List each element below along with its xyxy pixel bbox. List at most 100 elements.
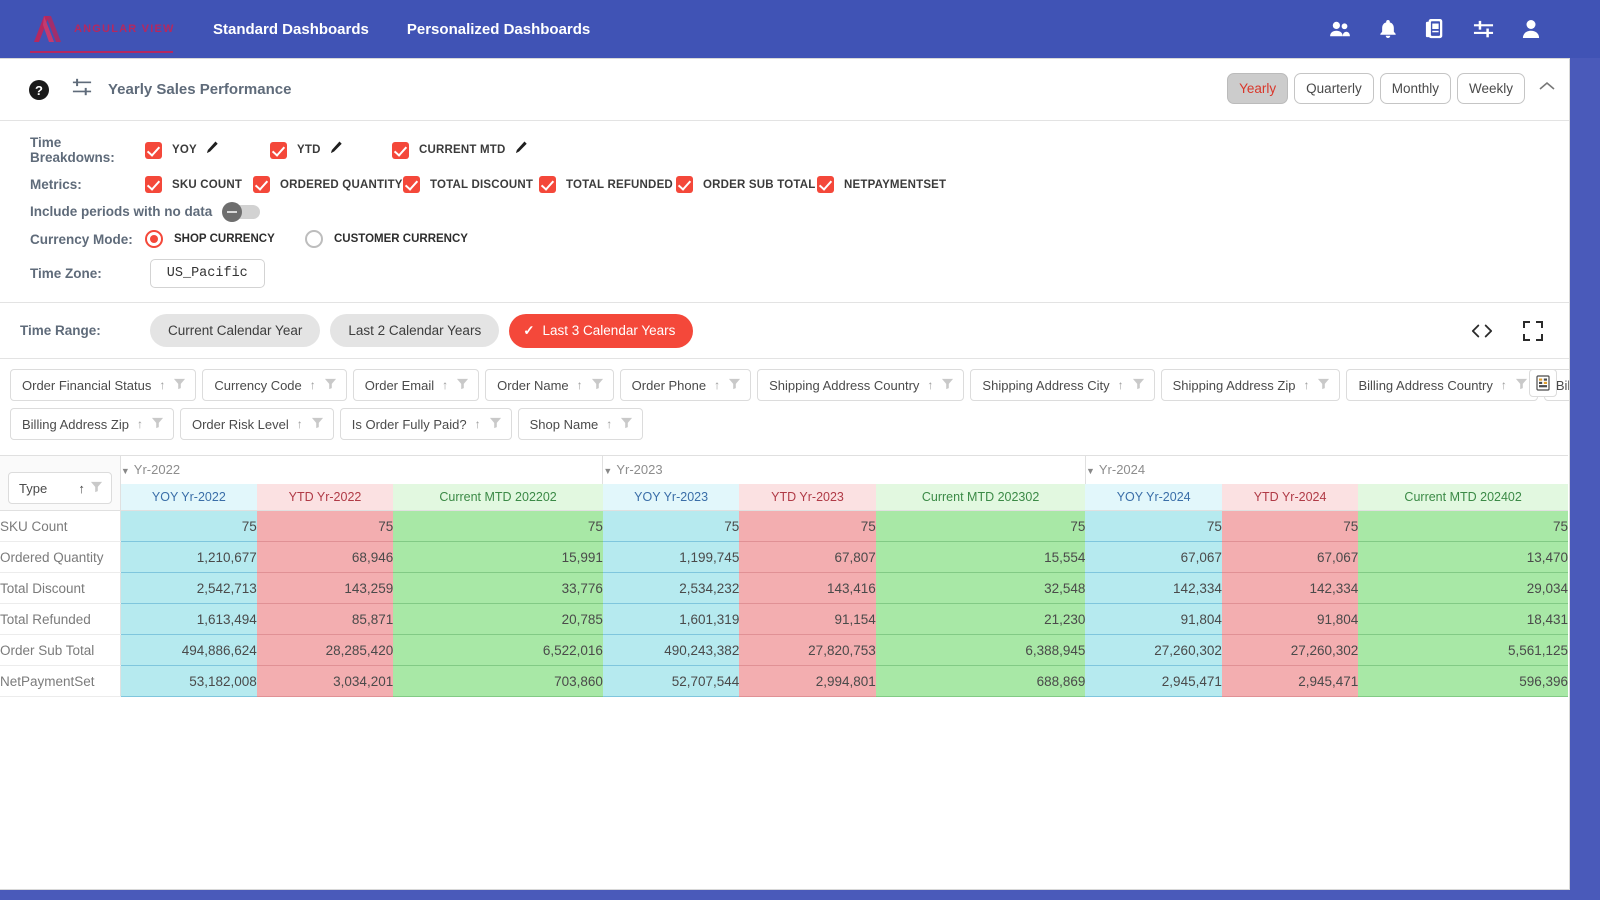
sort-arrow-icon[interactable]: ↑ (159, 378, 165, 392)
checkbox-netpaymentset-box[interactable] (817, 176, 834, 193)
funnel-icon[interactable] (311, 416, 324, 432)
funnel-icon[interactable] (324, 377, 337, 393)
period-button-weekly[interactable]: Weekly (1457, 73, 1525, 104)
filter-chip-is-order-fully-paid[interactable]: Is Order Fully Paid?↑ (340, 408, 512, 440)
time-range-last-2-calendar-years[interactable]: Last 2 Calendar Years (330, 314, 499, 347)
checkbox-ordered-quantity[interactable]: ORDERED QUANTITY (253, 176, 403, 193)
filter-chip-currency-code[interactable]: Currency Code↑ (202, 369, 346, 401)
checkbox-ordered-quantity-box[interactable] (253, 176, 270, 193)
col-header-mtd-2022[interactable]: Current MTD 202202 (393, 484, 603, 511)
sort-arrow-icon[interactable]: ↑ (310, 378, 316, 392)
radio-customer-currency[interactable]: CUSTOMER CURRENCY (305, 230, 468, 248)
people-icon[interactable] (1329, 20, 1351, 38)
radio-shop-currency-button[interactable] (145, 230, 163, 248)
funnel-icon[interactable] (456, 377, 469, 393)
sort-arrow-icon[interactable]: ↑ (78, 481, 85, 496)
time-range-last-3-calendar-years[interactable]: ✓Last 3 Calendar Years (509, 314, 693, 348)
col-header-ytd-2022[interactable]: YTD Yr-2022 (257, 484, 393, 511)
fullscreen-icon[interactable] (1523, 321, 1543, 341)
edit-pencil-icon-current-mtd[interactable] (515, 141, 528, 159)
sort-arrow-icon[interactable]: ↑ (606, 417, 612, 431)
edit-pencil-icon-ytd[interactable] (330, 141, 343, 159)
checkbox-current-mtd[interactable]: CURRENT MTD (392, 141, 528, 159)
col-header-yoy-2024[interactable]: YOY Yr-2024 (1085, 484, 1221, 511)
filter-chip-order-risk-level[interactable]: Order Risk Level↑ (180, 408, 334, 440)
radio-shop-currency[interactable]: SHOP CURRENCY (145, 230, 305, 248)
user-icon[interactable] (1522, 19, 1540, 39)
period-button-quarterly[interactable]: Quarterly (1294, 73, 1374, 104)
checkbox-ytd-box[interactable] (270, 142, 287, 159)
checkbox-order-sub-total[interactable]: ORDER SUB TOTAL (676, 176, 817, 193)
xls-export-icon[interactable] (1529, 369, 1557, 397)
col-header-mtd-2023[interactable]: Current MTD 202302 (876, 484, 1086, 511)
checkbox-ytd[interactable]: YTD (270, 141, 392, 159)
group-header-yr-2024[interactable]: ▼Yr-2024 (1085, 456, 1568, 484)
funnel-icon[interactable] (1317, 377, 1330, 393)
brand-logo-group[interactable]: ANGULAR VIEW (30, 14, 185, 44)
checkbox-netpaymentset[interactable]: NETPAYMENTSET (817, 176, 946, 193)
sort-arrow-icon[interactable]: ↑ (297, 417, 303, 431)
checkbox-sku-count-box[interactable] (145, 176, 162, 193)
funnel-icon[interactable] (489, 416, 502, 432)
sort-arrow-icon[interactable]: ↑ (927, 378, 933, 392)
period-button-monthly[interactable]: Monthly (1380, 73, 1451, 104)
filter-chip-shipping-address-city[interactable]: Shipping Address City↑ (970, 369, 1154, 401)
checkbox-sku-count[interactable]: SKU COUNT (145, 176, 253, 193)
settings-sliders-icon[interactable] (1473, 19, 1494, 39)
funnel-icon[interactable] (151, 416, 164, 432)
time-zone-select[interactable]: US_Pacific (150, 259, 265, 288)
period-button-yearly[interactable]: Yearly (1227, 73, 1288, 104)
filter-chip-billing-address-zip[interactable]: Billing Address Zip↑ (10, 408, 174, 440)
filter-chip-order-email[interactable]: Order Email↑ (353, 369, 479, 401)
checkbox-yoy[interactable]: YOY (145, 141, 270, 159)
checkbox-yoy-box[interactable] (145, 142, 162, 159)
col-header-ytd-2024[interactable]: YTD Yr-2024 (1222, 484, 1358, 511)
filter-chip-order-phone[interactable]: Order Phone↑ (620, 369, 751, 401)
funnel-icon[interactable] (728, 377, 741, 393)
group-header-yr-2022[interactable]: ▼Yr-2022 (120, 456, 603, 484)
nav-link-personalized-dashboards[interactable]: Personalized Dashboards (407, 21, 590, 38)
sort-arrow-icon[interactable]: ↑ (1501, 378, 1507, 392)
funnel-icon[interactable] (173, 377, 186, 393)
book-copy-icon[interactable] (1425, 19, 1445, 39)
sort-arrow-icon[interactable]: ↑ (1118, 378, 1124, 392)
funnel-icon[interactable] (1132, 377, 1145, 393)
funnel-icon[interactable] (941, 377, 954, 393)
help-icon[interactable]: ? (28, 79, 50, 101)
checkbox-order-sub-total-box[interactable] (676, 176, 693, 193)
sort-arrow-icon[interactable]: ↑ (577, 378, 583, 392)
time-range-current-calendar-year[interactable]: Current Calendar Year (150, 314, 320, 347)
checkbox-total-refunded[interactable]: TOTAL REFUNDED (539, 176, 676, 193)
sort-arrow-icon[interactable]: ↑ (442, 378, 448, 392)
checkbox-current-mtd-box[interactable] (392, 142, 409, 159)
funnel-icon[interactable] (591, 377, 604, 393)
group-header-yr-2023[interactable]: ▼Yr-2023 (603, 456, 1086, 484)
filter-chip-shipping-address-country[interactable]: Shipping Address Country↑ (757, 369, 964, 401)
tune-icon[interactable] (72, 77, 92, 102)
sort-arrow-icon[interactable]: ↑ (1303, 378, 1309, 392)
col-header-mtd-2024[interactable]: Current MTD 202402 (1358, 484, 1568, 511)
col-header-yoy-2022[interactable]: YOY Yr-2022 (120, 484, 256, 511)
filter-chip-billing-address-country[interactable]: Billing Address Country↑ (1346, 369, 1537, 401)
col-header-yoy-2023[interactable]: YOY Yr-2023 (603, 484, 739, 511)
edit-pencil-icon-yoy[interactable] (206, 141, 219, 159)
type-filter-box[interactable]: Type ↑ (8, 472, 112, 504)
funnel-icon[interactable] (90, 480, 103, 496)
col-header-ytd-2023[interactable]: YTD Yr-2023 (739, 484, 875, 511)
sort-arrow-icon[interactable]: ↑ (475, 417, 481, 431)
include-no-data-toggle[interactable] (224, 205, 260, 219)
sort-arrow-icon[interactable]: ↑ (137, 417, 143, 431)
nav-link-standard-dashboards[interactable]: Standard Dashboards (213, 21, 369, 38)
bell-icon[interactable] (1379, 19, 1397, 39)
checkbox-total-discount[interactable]: TOTAL DISCOUNT (403, 176, 539, 193)
filter-chip-shop-name[interactable]: Shop Name↑ (518, 408, 644, 440)
checkbox-total-refunded-box[interactable] (539, 176, 556, 193)
collapse-chevron-up-icon[interactable] (1539, 79, 1555, 95)
funnel-icon[interactable] (1515, 377, 1528, 393)
filter-chip-order-financial-status[interactable]: Order Financial Status↑ (10, 369, 196, 401)
radio-customer-currency-button[interactable] (305, 230, 323, 248)
filter-chip-order-name[interactable]: Order Name↑ (485, 369, 614, 401)
sort-arrow-icon[interactable]: ↑ (714, 378, 720, 392)
code-brackets-icon[interactable] (1471, 324, 1493, 338)
checkbox-total-discount-box[interactable] (403, 176, 420, 193)
